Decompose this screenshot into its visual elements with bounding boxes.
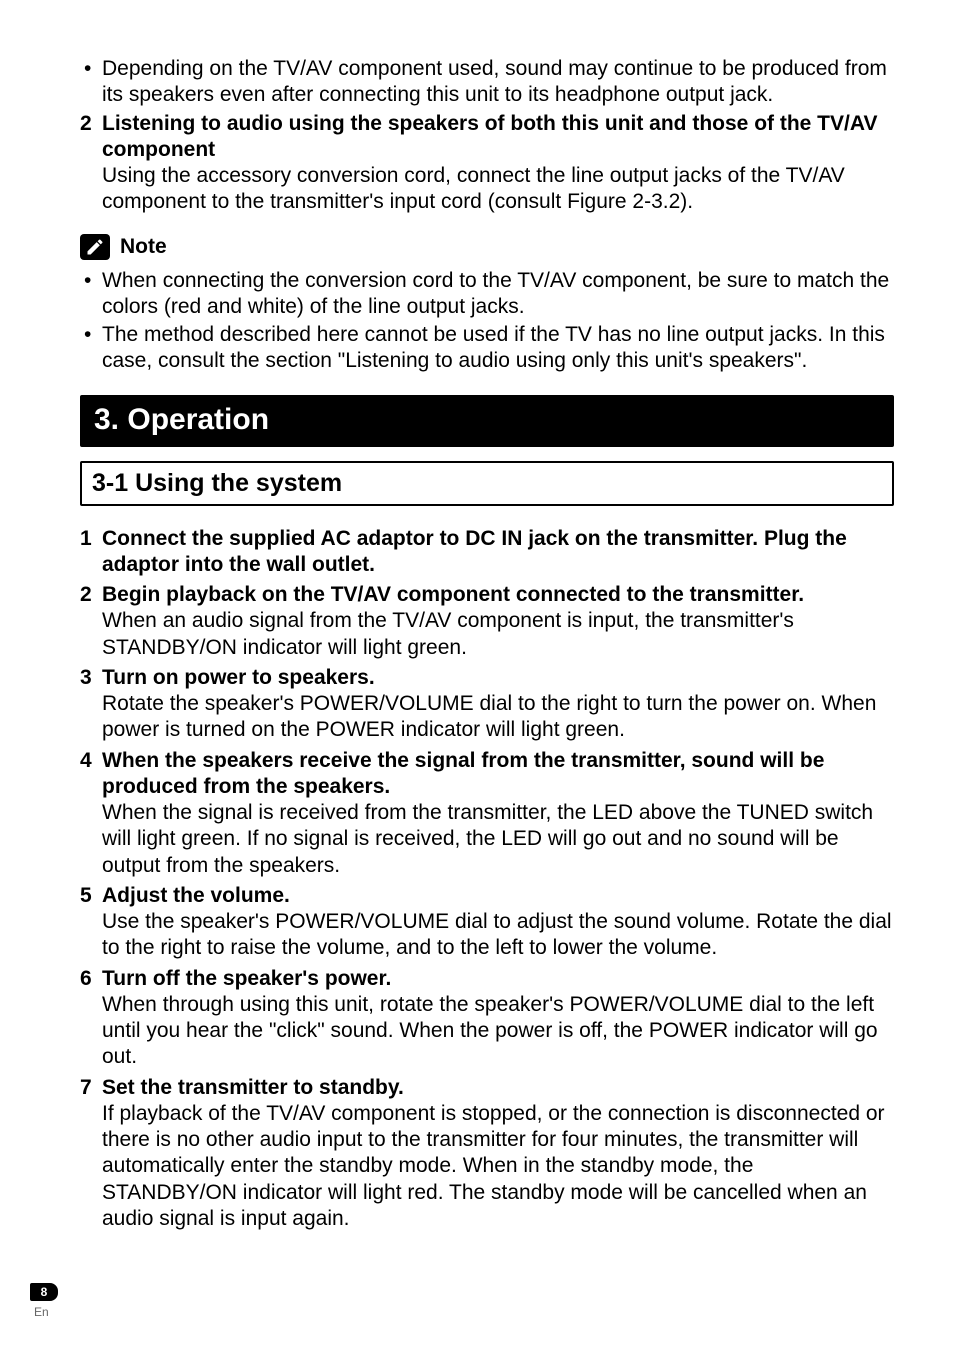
- item-number: 1: [80, 526, 92, 552]
- item-title: Set the transmitter to standby.: [102, 1076, 404, 1099]
- list-item: The method described here cannot be used…: [80, 322, 894, 375]
- item-title: Listening to audio using the speakers of…: [102, 112, 877, 161]
- item-number: 3: [80, 665, 92, 691]
- list-item: Depending on the TV/AV component used, s…: [80, 56, 894, 109]
- item-number: 2: [80, 582, 92, 608]
- item-body: Rotate the speaker's POWER/VOLUME dial t…: [102, 692, 876, 741]
- item-number: 5: [80, 883, 92, 909]
- item-number: 2: [80, 111, 92, 137]
- item-title: Adjust the volume.: [102, 884, 290, 907]
- numbered-continuation: 2 Listening to audio using the speakers …: [80, 111, 894, 216]
- item-number: 4: [80, 748, 92, 774]
- item-title: Begin playback on the TV/AV component co…: [102, 583, 804, 606]
- list-item: 7 Set the transmitter to standby. If pla…: [80, 1075, 894, 1233]
- list-item: 6 Turn off the speaker's power. When thr…: [80, 966, 894, 1071]
- steps-list: 1 Connect the supplied AC adaptor to DC …: [80, 526, 894, 1233]
- page-number-badge: 8: [30, 1283, 58, 1301]
- chapter-heading: 3. Operation: [80, 395, 894, 447]
- list-item: 2 Listening to audio using the speakers …: [80, 111, 894, 216]
- list-item: 1 Connect the supplied AC adaptor to DC …: [80, 526, 894, 579]
- page-content: Depending on the TV/AV component used, s…: [0, 0, 954, 1232]
- top-bullet-list: Depending on the TV/AV component used, s…: [80, 56, 894, 109]
- item-number: 6: [80, 966, 92, 992]
- page-footer: 8 En: [30, 1283, 58, 1319]
- note-label: Note: [120, 235, 167, 259]
- list-item: 5 Adjust the volume. Use the speaker's P…: [80, 883, 894, 962]
- section-heading: 3-1 Using the system: [80, 461, 894, 506]
- item-body: Using the accessory conversion cord, con…: [102, 164, 845, 213]
- language-label: En: [34, 1305, 58, 1319]
- item-title: When the speakers receive the signal fro…: [102, 749, 824, 798]
- note-bullet-list: When connecting the conversion cord to t…: [80, 268, 894, 375]
- item-body: When an audio signal from the TV/AV comp…: [102, 609, 794, 658]
- item-title: Turn off the speaker's power.: [102, 967, 391, 990]
- item-number: 7: [80, 1075, 92, 1101]
- item-body: When through using this unit, rotate the…: [102, 993, 878, 1069]
- note-header: Note: [80, 234, 894, 260]
- note-pencil-icon: [80, 234, 110, 260]
- item-title: Turn on power to speakers.: [102, 666, 375, 689]
- list-item: 4 When the speakers receive the signal f…: [80, 748, 894, 879]
- item-title: Connect the supplied AC adaptor to DC IN…: [102, 527, 847, 576]
- list-item: When connecting the conversion cord to t…: [80, 268, 894, 321]
- item-body: When the signal is received from the tra…: [102, 801, 873, 877]
- list-item: 3 Turn on power to speakers. Rotate the …: [80, 665, 894, 744]
- list-item: 2 Begin playback on the TV/AV component …: [80, 582, 894, 661]
- item-body: Use the speaker's POWER/VOLUME dial to a…: [102, 910, 892, 959]
- item-body: If playback of the TV/AV component is st…: [102, 1102, 885, 1230]
